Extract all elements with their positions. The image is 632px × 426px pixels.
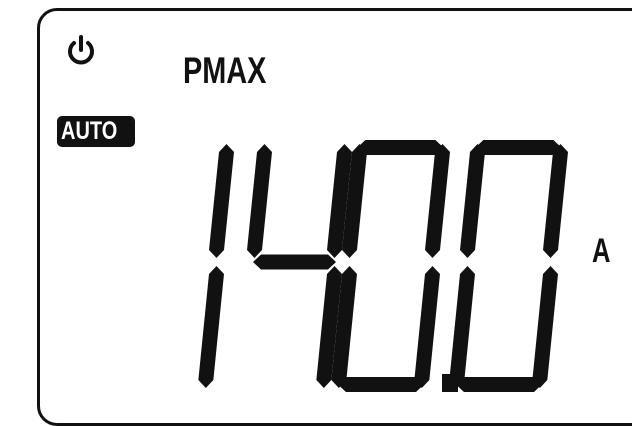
seven-segment-reading bbox=[198, 140, 568, 392]
digit-4-segment-c bbox=[532, 266, 558, 388]
digit-3-segment-d bbox=[337, 377, 424, 392]
digit-4-segment-e bbox=[449, 266, 475, 388]
digit-4-segment-b bbox=[543, 144, 568, 258]
digit-2-segment-g bbox=[253, 254, 336, 270]
digit-3-segment-a bbox=[357, 140, 444, 155]
digit-3-segment-b bbox=[425, 144, 450, 258]
digit-2-segment-f bbox=[247, 144, 272, 258]
digit-1-segment-c bbox=[198, 266, 224, 388]
digit-1-segment-b bbox=[209, 144, 234, 258]
digit-3-segment-c bbox=[414, 266, 440, 388]
unit-label: A bbox=[592, 232, 611, 270]
digit-4-segment-f bbox=[460, 144, 485, 258]
digit-4-segment-d bbox=[455, 377, 542, 392]
digit-4-segment-a bbox=[475, 140, 562, 155]
